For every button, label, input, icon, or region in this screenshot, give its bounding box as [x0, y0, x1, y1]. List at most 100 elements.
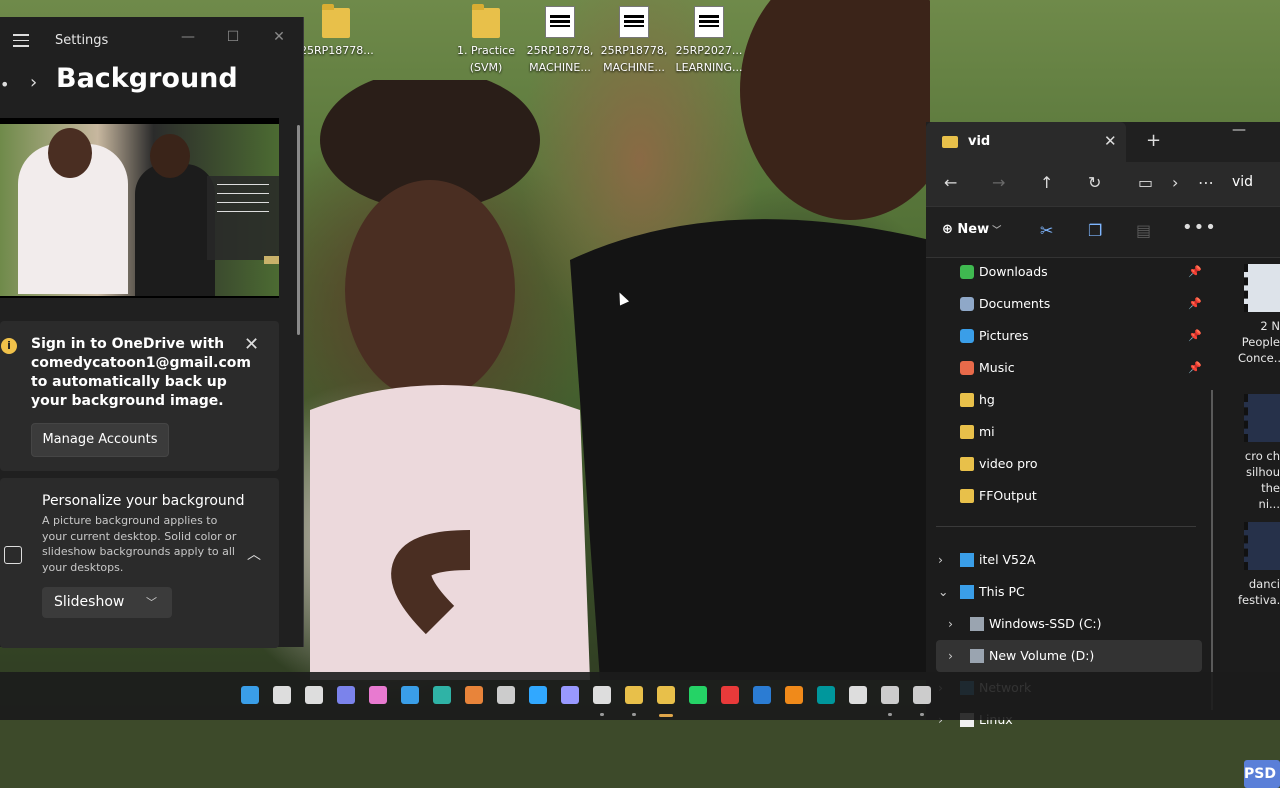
- nav-item[interactable]: Downloads 📌: [926, 258, 1206, 286]
- file-list: 2 N People Conce... cro ch silhou the ni.…: [1238, 256, 1280, 788]
- chevron-down-icon[interactable]: ⌄: [938, 578, 948, 606]
- file-explorer-icon[interactable]: [657, 686, 675, 704]
- misc-icon[interactable]: [913, 686, 931, 704]
- monitor-icon[interactable]: ▭: [1138, 173, 1153, 192]
- tree-item[interactable]: › itel V52A: [926, 546, 1206, 574]
- settings-gear-icon[interactable]: [497, 686, 515, 704]
- desktop-icon-label: 25RP2027... LEARNING...: [675, 44, 743, 74]
- tree-item-label: Windows-SSD (C:): [989, 616, 1102, 631]
- nav-item[interactable]: hg: [926, 386, 1206, 414]
- maximize-button[interactable]: ☐: [221, 25, 245, 49]
- nav-item[interactable]: mi: [926, 418, 1206, 446]
- up-icon[interactable]: ↑: [1040, 173, 1053, 192]
- close-button[interactable]: ✕: [267, 25, 291, 49]
- drive-icon: [970, 617, 984, 631]
- search-icon[interactable]: [273, 686, 291, 704]
- word-icon[interactable]: [753, 686, 771, 704]
- desktop-icon[interactable]: 25RP18778, MACHINE...: [598, 6, 670, 76]
- tree-item[interactable]: › New Volume (D:): [926, 642, 1206, 670]
- tool-icon[interactable]: [881, 686, 899, 704]
- more-path-icon[interactable]: ⋯: [1198, 173, 1214, 192]
- new-tab-button[interactable]: +: [1146, 130, 1161, 151]
- chevron-right-icon: ›: [1172, 173, 1179, 192]
- wps-icon[interactable]: [721, 686, 739, 704]
- onedrive-message: Sign in to OneDrive with comedycatoon1@g…: [31, 336, 252, 409]
- chevron-up-icon[interactable]: ︿: [247, 544, 261, 564]
- documents-icon: [960, 297, 974, 311]
- premiere-icon[interactable]: [561, 686, 579, 704]
- breadcrumb-parent[interactable]: •: [0, 75, 9, 94]
- more-options-icon[interactable]: •••: [1182, 217, 1217, 238]
- minimize-button[interactable]: —: [176, 25, 200, 49]
- nav-item-label: Downloads: [979, 264, 1048, 279]
- image-icon: [4, 546, 22, 564]
- discord-icon[interactable]: [593, 686, 611, 704]
- back-icon[interactable]: ←: [944, 173, 957, 192]
- menu-icon[interactable]: [13, 34, 29, 47]
- desktop-icon[interactable]: 1. Practice (SVM): [450, 4, 522, 76]
- photoshop-icon[interactable]: [529, 686, 547, 704]
- nav-item-label: Pictures: [979, 328, 1029, 343]
- navigation-pane: Downloads 📌 Documents 📌 Pictures 📌 Music 📌 hg mi v…: [926, 256, 1216, 727]
- chrome-icon[interactable]: [625, 686, 643, 704]
- file-caption: danci festiva...: [1238, 577, 1280, 607]
- minimize-button[interactable]: —: [1232, 122, 1246, 138]
- folder-icon: [322, 4, 350, 38]
- chevron-right-icon[interactable]: ›: [948, 642, 953, 670]
- task-view-icon[interactable]: [305, 686, 323, 704]
- app-orange-icon[interactable]: [465, 686, 483, 704]
- background-type-dropdown[interactable]: Slideshow ﹀: [42, 587, 172, 618]
- dropdown-value: Slideshow: [54, 594, 125, 610]
- video-thumbnail: [1244, 394, 1280, 442]
- snipping-icon[interactable]: [849, 686, 867, 704]
- scrollbar[interactable]: [1211, 390, 1213, 710]
- nav-item[interactable]: FFOutput: [926, 482, 1206, 510]
- start-icon[interactable]: [241, 686, 259, 704]
- nav-item[interactable]: Pictures 📌: [926, 322, 1206, 350]
- tab-bar: vid ✕ + —: [926, 122, 1280, 162]
- copilot-icon[interactable]: [369, 686, 387, 704]
- chevron-right-icon[interactable]: ›: [948, 610, 953, 638]
- pin-icon: 📌: [1188, 361, 1202, 374]
- personalize-background-card[interactable]: Personalize your background A picture ba…: [0, 478, 279, 648]
- nav-item[interactable]: Music 📌: [926, 354, 1206, 382]
- chevron-right-icon[interactable]: ›: [938, 546, 943, 574]
- tree-item[interactable]: ⌄ This PC: [926, 578, 1206, 606]
- nav-item[interactable]: video pro: [926, 450, 1206, 478]
- file-explorer-window: vid ✕ + — ← → ↑ ↻ ▭ › ⋯ vid ⊕ New ﹀ ✂ ❐ …: [926, 122, 1280, 788]
- manage-accounts-button[interactable]: Manage Accounts: [31, 423, 169, 457]
- psd-file-badge[interactable]: PSD: [1244, 760, 1280, 788]
- tree-item-label: This PC: [979, 584, 1025, 599]
- pin-icon: 📌: [1188, 329, 1202, 342]
- address-bar-current[interactable]: vid: [1232, 174, 1253, 190]
- title-bar[interactable]: Settings — ☐ ✕: [0, 17, 303, 63]
- paste-icon[interactable]: ▤: [1136, 221, 1151, 240]
- copy-icon[interactable]: ❐: [1088, 221, 1102, 240]
- desktop-icon[interactable]: 25RP2027... LEARNING...: [673, 6, 745, 76]
- cut-icon[interactable]: ✂: [1040, 221, 1053, 240]
- tab-label: vid: [968, 134, 991, 149]
- whatsapp-icon[interactable]: [689, 686, 707, 704]
- folder-icon: [960, 425, 974, 439]
- nav-item-label: mi: [979, 424, 995, 439]
- arduino-icon[interactable]: [817, 686, 835, 704]
- vlc-icon[interactable]: [785, 686, 803, 704]
- desktop-icon[interactable]: 25RP18778, MACHINE...: [524, 6, 596, 76]
- tree-item[interactable]: › Windows-SSD (C:): [926, 610, 1206, 638]
- nav-item[interactable]: Documents 📌: [926, 290, 1206, 318]
- download-icon: [960, 265, 974, 279]
- close-icon[interactable]: ✕: [244, 334, 259, 355]
- new-button[interactable]: ⊕ New ﹀: [942, 222, 1001, 237]
- taskbar: [0, 672, 1280, 720]
- folder-icon: [960, 489, 974, 503]
- refresh-icon[interactable]: ↻: [1088, 173, 1101, 192]
- edge-icon[interactable]: [433, 686, 451, 704]
- close-tab-icon[interactable]: ✕: [1104, 132, 1117, 150]
- running-indicator: [888, 713, 892, 716]
- desktop-icon[interactable]: 25RP18778...: [300, 4, 374, 59]
- teams-icon[interactable]: [337, 686, 355, 704]
- scrollbar[interactable]: [297, 125, 300, 335]
- store-icon[interactable]: [401, 686, 419, 704]
- forward-icon[interactable]: →: [992, 173, 1005, 192]
- tab-vid[interactable]: vid ✕: [926, 122, 1126, 162]
